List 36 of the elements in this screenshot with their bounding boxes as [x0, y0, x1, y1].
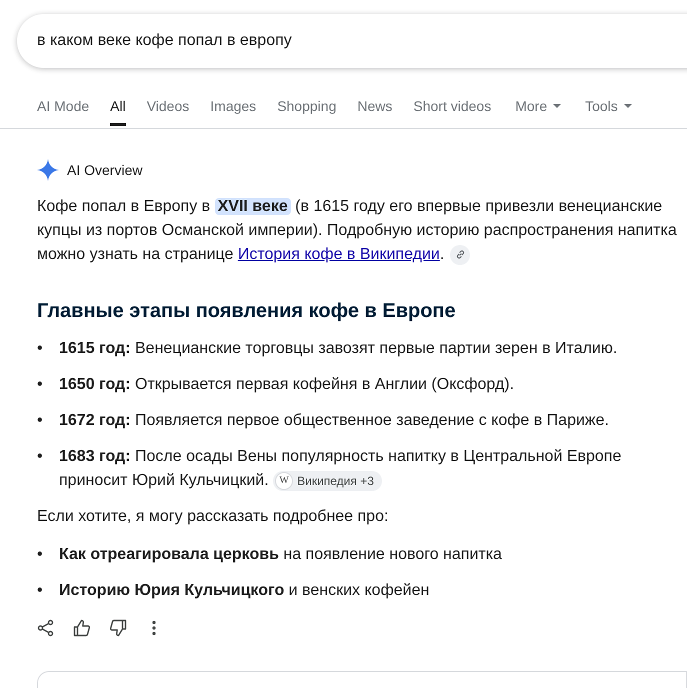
- overview-paragraph: Кофе попал в Европу в XVII веке (в 1615 году его впервые привезли венецианские купцы из портов Османской империи). Подробную историю распространения напитка можно узнать на странице История кофе в Википедии.: [37, 197, 678, 267]
- source-chip[interactable]: W Википедия +3: [273, 470, 382, 491]
- search-tab[interactable]: Images: [210, 92, 256, 126]
- search-tab[interactable]: Tools: [585, 92, 632, 126]
- w-letter-icon: W: [275, 472, 294, 490]
- milestone-text: 1615 год: Венецианские торговцы завозят первые партии зерен в Италию.: [59, 339, 618, 359]
- search-tab[interactable]: All: [110, 92, 126, 126]
- section-heading: Главные этапы появления кофе в Европе: [37, 299, 457, 324]
- search-tab[interactable]: Short videos: [413, 92, 492, 126]
- bullet: •: [37, 447, 44, 467]
- milestone-text: 1683 год: После осады Вены популярность напитку в Центральной Европе приносит Юрий Кульчицкий. W Википедия +3: [59, 447, 622, 493]
- bullet: •: [37, 581, 44, 601]
- caret-icon: [553, 104, 562, 108]
- bullet: •: [37, 545, 44, 565]
- bullet: •: [37, 339, 44, 359]
- sparkle-icon: [37, 159, 59, 181]
- search-tab[interactable]: More: [515, 92, 562, 126]
- wikipedia-link[interactable]: История кофе в Википедии: [238, 246, 440, 263]
- search-tab[interactable]: Videos: [146, 92, 190, 126]
- milestone-text: 1672 год: Появляется первое общественное заведение с кофе в Париже.: [59, 411, 610, 431]
- search-tab[interactable]: News: [357, 92, 392, 126]
- share-icon[interactable]: [37, 619, 55, 637]
- topic-text: Историю Юрия Кульчицкого и венских кофейен: [59, 581, 430, 601]
- caret-icon: [624, 104, 632, 108]
- thumbs-up-icon[interactable]: [73, 619, 91, 637]
- milestone-text: 1650 год: Открывается первая кофейня в Англии (Оксфорд).: [59, 375, 516, 395]
- search-tab[interactable]: Shopping: [277, 92, 336, 126]
- link-icon[interactable]: [450, 244, 470, 265]
- bullet: •: [37, 375, 44, 395]
- topic-text: Как отреагировала церковь на появление нового напитка: [59, 545, 503, 565]
- section-title: AI Overview: [67, 162, 142, 178]
- thumbs-down-icon[interactable]: [109, 619, 127, 637]
- search-tab[interactable]: AI Mode: [37, 92, 90, 126]
- bullet: •: [37, 411, 44, 431]
- search-field[interactable]: в каком веке кофе попал в европу: [17, 14, 687, 68]
- followup-text: Если хотите, я могу рассказать подробнее про:: [37, 507, 390, 527]
